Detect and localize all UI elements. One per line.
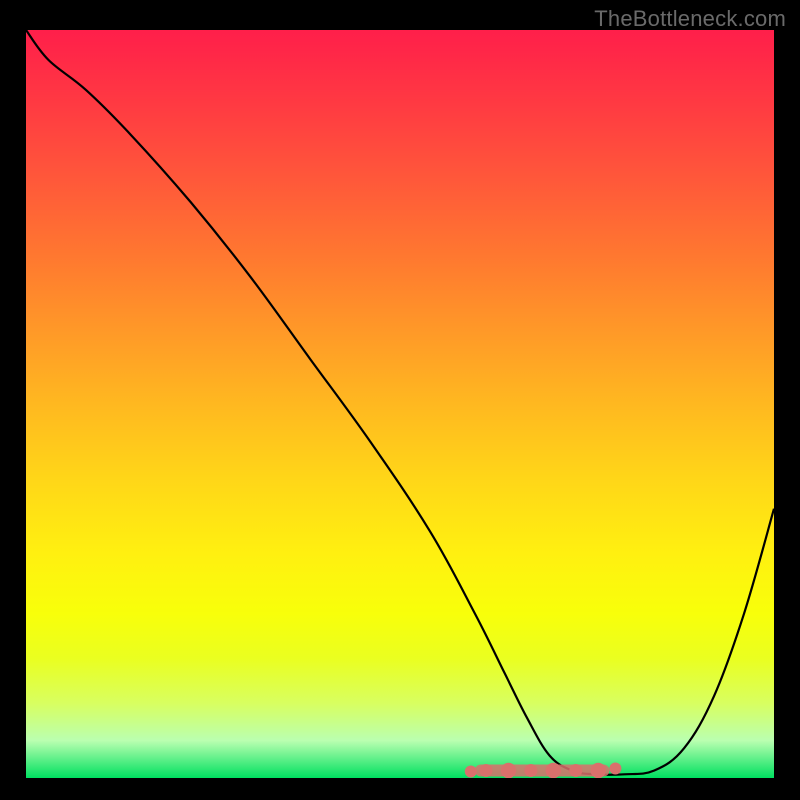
bottleneck-curve-line (26, 30, 774, 775)
chart-svg (26, 30, 774, 778)
plot-area (26, 30, 774, 778)
watermark-text: TheBottleneck.com (594, 6, 786, 32)
marker-band (465, 763, 622, 779)
